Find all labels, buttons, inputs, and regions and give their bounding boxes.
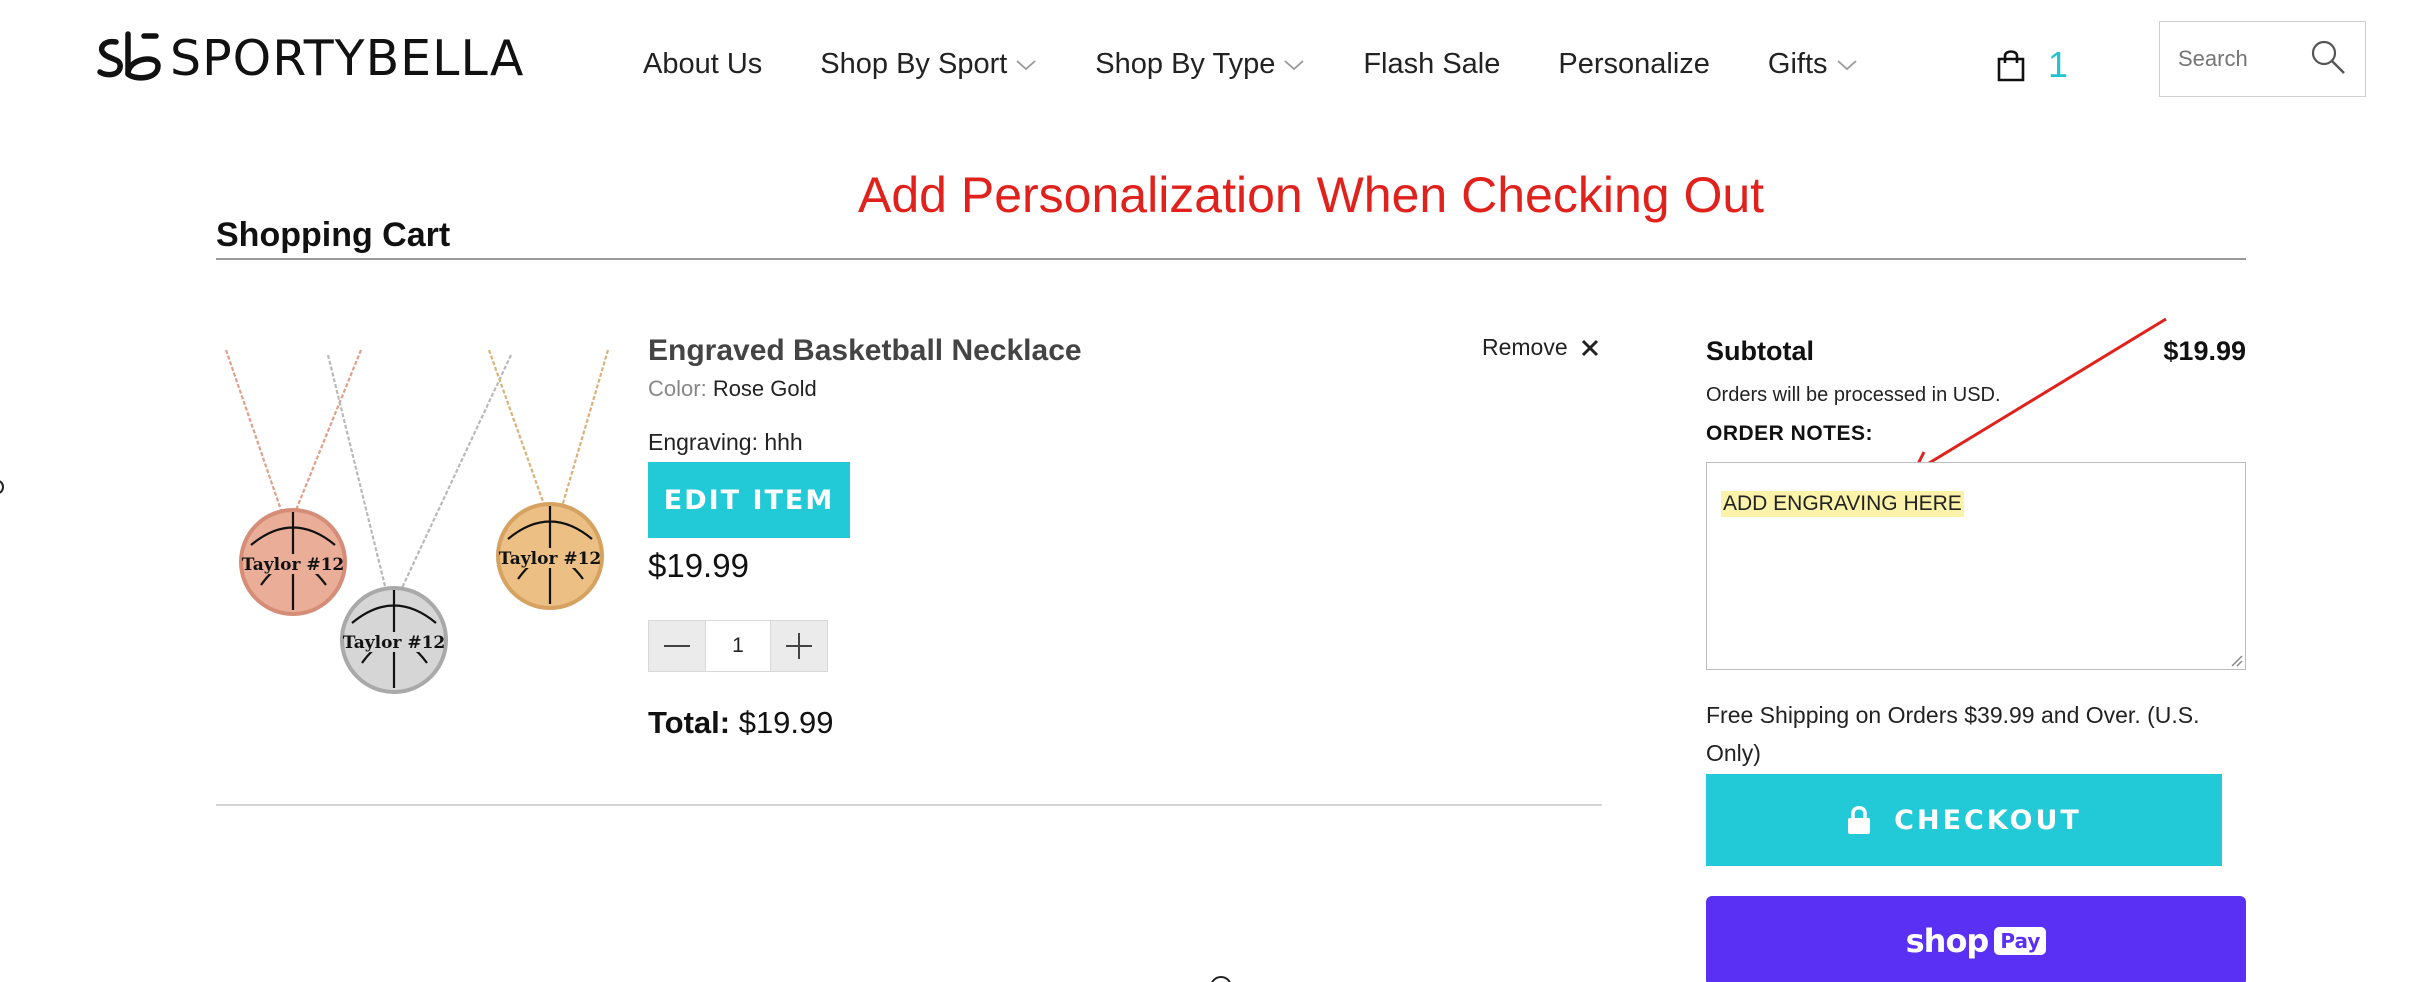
nav-shop-by-sport[interactable]: Shop By Sport [820, 48, 1037, 81]
quantity-input[interactable] [706, 620, 770, 672]
subtotal-value: $19.99 [2163, 336, 2246, 366]
nav-personalize[interactable]: Personalize [1558, 48, 1710, 81]
pendant-engraving-text: Taylor #12 [242, 555, 345, 575]
product-image[interactable]: Taylor #12 Taylor #12 Taylor #12 [216, 340, 616, 710]
shopping-bag-icon [1997, 50, 2025, 82]
chevron-down-icon [1016, 59, 1036, 70]
pendant-engraving-text: Taylor #12 [499, 549, 602, 569]
logo-text: SPORTYBELLA [170, 29, 525, 87]
nav-flash-sale-label: Flash Sale [1363, 48, 1501, 80]
plus-icon [786, 633, 812, 659]
pendant-engraving-text: Taylor #12 [343, 633, 446, 653]
nav-shop-by-sport-label: Shop By Sport [820, 48, 1008, 80]
annotation-text: Add Personalization When Checking Out [858, 167, 1765, 223]
item-divider [216, 804, 1602, 806]
nav-about-us-label: About Us [643, 48, 763, 80]
subtotal-label: Subtotal [1706, 336, 1814, 366]
cart-count-badge: 1 [2048, 44, 2069, 85]
chevron-down-icon [1836, 59, 1857, 70]
title-divider [216, 258, 2246, 260]
engraving-value: Engraving: hhh [648, 429, 803, 455]
search-box [2159, 21, 2366, 97]
bottom-cursor-mark [1210, 976, 1232, 982]
minus-icon [664, 645, 690, 647]
nav-personalize-label: Personalize [1558, 48, 1710, 80]
currency-note: Orders will be processed in USD. [1706, 384, 2001, 406]
order-notes-text: ADD ENGRAVING HERE [1721, 491, 1964, 517]
nav-gifts-label: Gifts [1767, 48, 1828, 80]
main-nav: About Us Shop By Sport Shop By Type Flas… [643, 48, 1916, 81]
checkout-button[interactable]: CHECKOUT [1706, 774, 2222, 866]
site-logo[interactable]: SPORTYBELLA [94, 28, 524, 88]
color-label: Color: [648, 376, 707, 401]
quantity-stepper [648, 620, 828, 672]
resize-handle-icon[interactable] [2229, 653, 2243, 667]
shop-pay-logo-text: shop [1905, 922, 1990, 960]
nav-flash-sale[interactable]: Flash Sale [1363, 48, 1500, 81]
item-price: $19.99 [648, 547, 749, 584]
increase-quantity-button[interactable] [770, 620, 828, 672]
order-notes-label: ORDER NOTES: [1706, 422, 1874, 445]
search-icon[interactable] [2309, 38, 2347, 76]
close-icon [1581, 339, 1598, 356]
header-cart-link[interactable]: 1 [1996, 44, 2068, 86]
nav-gifts[interactable]: Gifts [1768, 48, 1858, 81]
free-shipping-note: Free Shipping on Orders $39.99 and Over.… [1706, 702, 2200, 766]
chevron-down-icon [1284, 59, 1304, 70]
edit-item-button[interactable]: EDIT ITEM [648, 462, 850, 538]
order-notes-textarea[interactable]: ADD ENGRAVING HERE [1706, 462, 2246, 670]
remove-label: Remove [1482, 334, 1568, 360]
checkout-label: CHECKOUT [1894, 804, 2082, 836]
product-name[interactable]: Engraved Basketball Necklace [648, 334, 1082, 368]
product-color: Color: Rose Gold [648, 376, 817, 402]
nav-shop-by-type-label: Shop By Type [1095, 48, 1276, 80]
shop-pay-badge: Pay [1994, 927, 2047, 955]
item-total-value: $19.99 [738, 705, 834, 740]
page-title: Shopping Cart [216, 216, 451, 254]
color-value: Rose Gold [712, 376, 817, 401]
decrease-quantity-button[interactable] [648, 620, 706, 672]
item-total-label: Total: [648, 705, 731, 740]
lock-icon [1848, 806, 1871, 834]
edge-cursor-mark [0, 480, 4, 494]
shop-pay-button[interactable]: shop Pay [1706, 896, 2246, 982]
remove-item-link[interactable]: Remove [1482, 334, 1600, 361]
item-total: Total: $19.99 [648, 705, 834, 741]
nav-about-us[interactable]: About Us [643, 48, 762, 81]
sportybella-logo-icon [97, 31, 161, 81]
nav-shop-by-type[interactable]: Shop By Type [1095, 48, 1305, 81]
search-input[interactable] [2178, 46, 2298, 72]
